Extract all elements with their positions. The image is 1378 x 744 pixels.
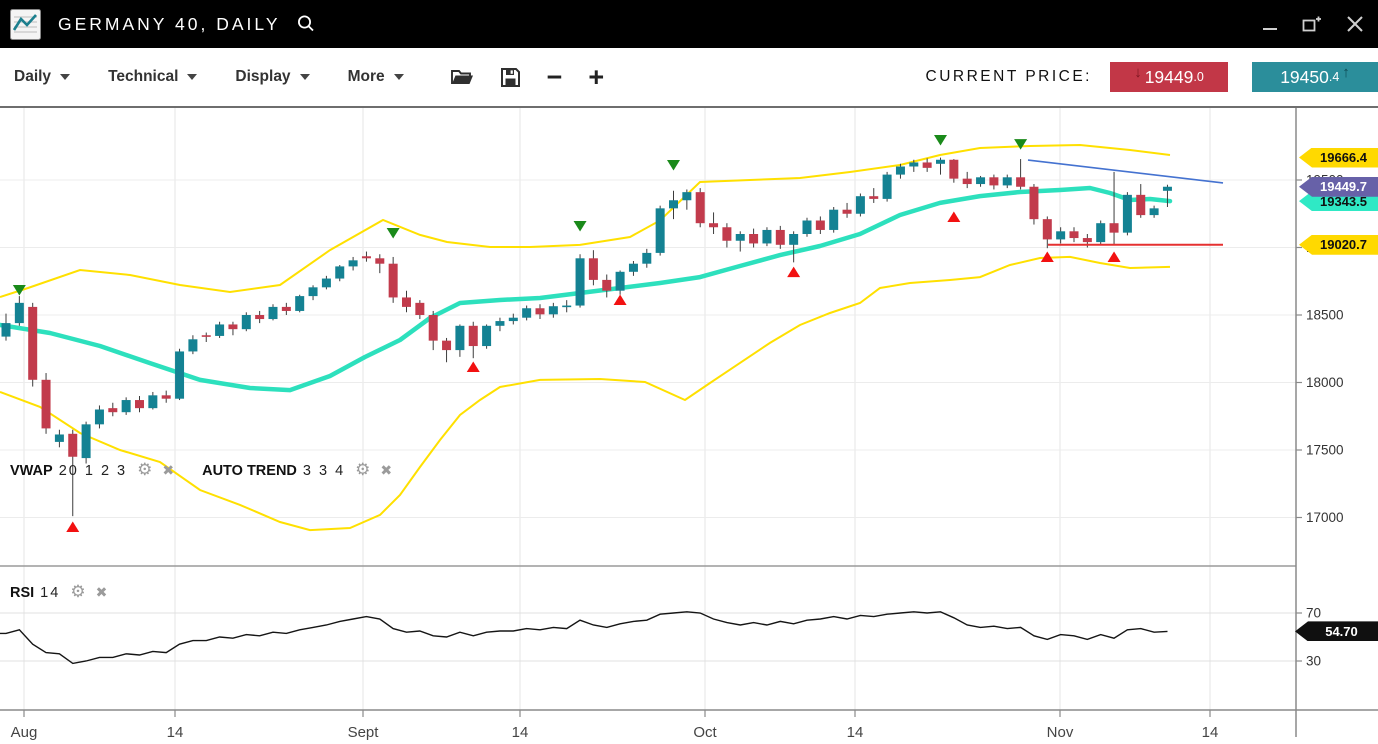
menu-more[interactable]: More bbox=[348, 68, 404, 86]
x-axis-label: Aug bbox=[11, 724, 38, 741]
buy-signal-triangle bbox=[614, 295, 627, 306]
menu-technical-label: Technical bbox=[108, 68, 178, 86]
window-title: GERMANY 40, DAILY bbox=[58, 14, 281, 35]
open-chart-folder-icon[interactable] bbox=[450, 67, 474, 87]
chevron-down-icon bbox=[394, 74, 404, 80]
zoom-in-icon[interactable]: + bbox=[588, 64, 604, 91]
sell-price-value: 19449 bbox=[1145, 67, 1194, 88]
buy-signal-triangle bbox=[947, 211, 960, 222]
chart-window: Aug 14 Sept 14 Oct 14 Nov 14 19500 19000 18500 1800… bbox=[0, 0, 1378, 744]
vwap-indicator-label: VWAP 20 1 2 3 ⚙ ✖ bbox=[10, 462, 174, 479]
menu-daily-label: Daily bbox=[14, 68, 51, 86]
rsi-remove-icon[interactable]: ✖ bbox=[96, 586, 108, 600]
menu-display-label: Display bbox=[235, 68, 290, 86]
chart-toolbar: Daily Technical Display More bbox=[0, 48, 1378, 108]
auto-trend-name: AUTO TREND bbox=[202, 463, 297, 479]
menu-more-label: More bbox=[348, 68, 385, 86]
minimize-button[interactable] bbox=[1262, 16, 1278, 32]
x-axis-label: 14 bbox=[167, 724, 184, 741]
price-chart-canvas: Aug 14 Sept 14 Oct 14 Nov 14 19500 19000 18500 1800… bbox=[0, 0, 1378, 744]
y-axis-label: 19500 bbox=[1306, 173, 1344, 188]
buy-signal-triangle bbox=[787, 267, 800, 278]
current-price-label: CURRENT PRICE: bbox=[926, 68, 1092, 86]
close-icon[interactable] bbox=[1346, 15, 1364, 33]
price-down-arrow-icon: ↓ bbox=[1134, 64, 1142, 81]
y-axis-label: 18500 bbox=[1306, 308, 1344, 323]
x-axis-label: 14 bbox=[847, 724, 864, 741]
app-logo-icon bbox=[10, 9, 41, 40]
sell-signal-triangle bbox=[387, 228, 400, 239]
axis-layer: Aug 14 Sept 14 Oct 14 Nov 14 19500 19000 18500 1800… bbox=[0, 108, 1378, 741]
vwap-remove-icon[interactable]: ✖ bbox=[162, 464, 174, 478]
menu-display[interactable]: Display bbox=[235, 68, 309, 86]
zoom-out-icon[interactable]: − bbox=[547, 64, 563, 91]
rsi-indicator-row: RSI 14 ⚙ ✖ bbox=[10, 584, 135, 601]
overlay-indicator-row: VWAP 20 1 2 3 ⚙ ✖ AUTO TREND 3 3 4 ⚙ ✖ bbox=[10, 462, 420, 479]
current-price-zone: CURRENT PRICE: ↓ 19449.0 19450.4 ↑ bbox=[926, 62, 1378, 92]
rsi-name: RSI bbox=[10, 585, 34, 601]
sell-signal-triangle bbox=[934, 135, 947, 146]
price-up-arrow-icon: ↑ bbox=[1342, 64, 1350, 81]
rsi-axis-label: 30 bbox=[1306, 654, 1321, 669]
buy-price-value: 19450 bbox=[1280, 67, 1329, 88]
menu-timeframe-daily[interactable]: Daily bbox=[14, 68, 70, 86]
sell-signal-triangle bbox=[574, 221, 587, 232]
sell-signal-triangle bbox=[667, 160, 680, 171]
menu-technical[interactable]: Technical bbox=[108, 68, 197, 86]
x-axis-label: 14 bbox=[1202, 724, 1219, 741]
vwap-name: VWAP bbox=[10, 463, 53, 479]
y-axis-label: 18000 bbox=[1306, 375, 1344, 390]
search-icon[interactable] bbox=[295, 13, 317, 35]
title-bar: GERMANY 40, DAILY bbox=[0, 0, 1378, 48]
chevron-down-icon bbox=[187, 74, 197, 80]
chevron-down-icon bbox=[300, 74, 310, 80]
x-axis-label: 14 bbox=[512, 724, 529, 741]
chevron-down-icon bbox=[60, 74, 70, 80]
buy-signal-triangle bbox=[467, 361, 480, 372]
x-axis-label: Nov bbox=[1047, 724, 1074, 741]
rsi-indicator-label: RSI 14 ⚙ ✖ bbox=[10, 584, 107, 601]
auto-trend-remove-icon[interactable]: ✖ bbox=[380, 464, 392, 478]
buy-signal-triangle bbox=[66, 521, 79, 532]
popout-button[interactable] bbox=[1302, 15, 1322, 33]
y-axis-label: 17000 bbox=[1306, 510, 1344, 525]
rsi-params: 14 bbox=[40, 585, 60, 601]
buy-price-button[interactable]: 19450.4 ↑ bbox=[1252, 62, 1378, 92]
auto-trend-indicator-label: AUTO TREND 3 3 4 ⚙ ✖ bbox=[202, 462, 392, 479]
sell-price-button[interactable]: ↓ 19449.0 bbox=[1110, 62, 1228, 92]
y-axis-label: 19000 bbox=[1306, 240, 1344, 255]
auto-trend-settings-gear-icon[interactable]: ⚙ bbox=[355, 462, 370, 479]
sell-signal-triangle bbox=[1014, 139, 1027, 150]
rsi-axis-label: 70 bbox=[1306, 606, 1321, 621]
auto-trend-params: 3 3 4 bbox=[303, 463, 345, 479]
vwap-settings-gear-icon[interactable]: ⚙ bbox=[137, 462, 152, 479]
buy-signal-triangle bbox=[1108, 251, 1121, 262]
y-axis-label: 17500 bbox=[1306, 443, 1344, 458]
vwap-params: 20 1 2 3 bbox=[59, 463, 127, 479]
rsi-settings-gear-icon[interactable]: ⚙ bbox=[70, 584, 85, 601]
window-controls bbox=[1262, 15, 1364, 33]
x-axis-label: Sept bbox=[348, 724, 380, 741]
x-axis-label: Oct bbox=[693, 724, 717, 741]
save-chart-floppy-icon[interactable] bbox=[500, 67, 521, 88]
